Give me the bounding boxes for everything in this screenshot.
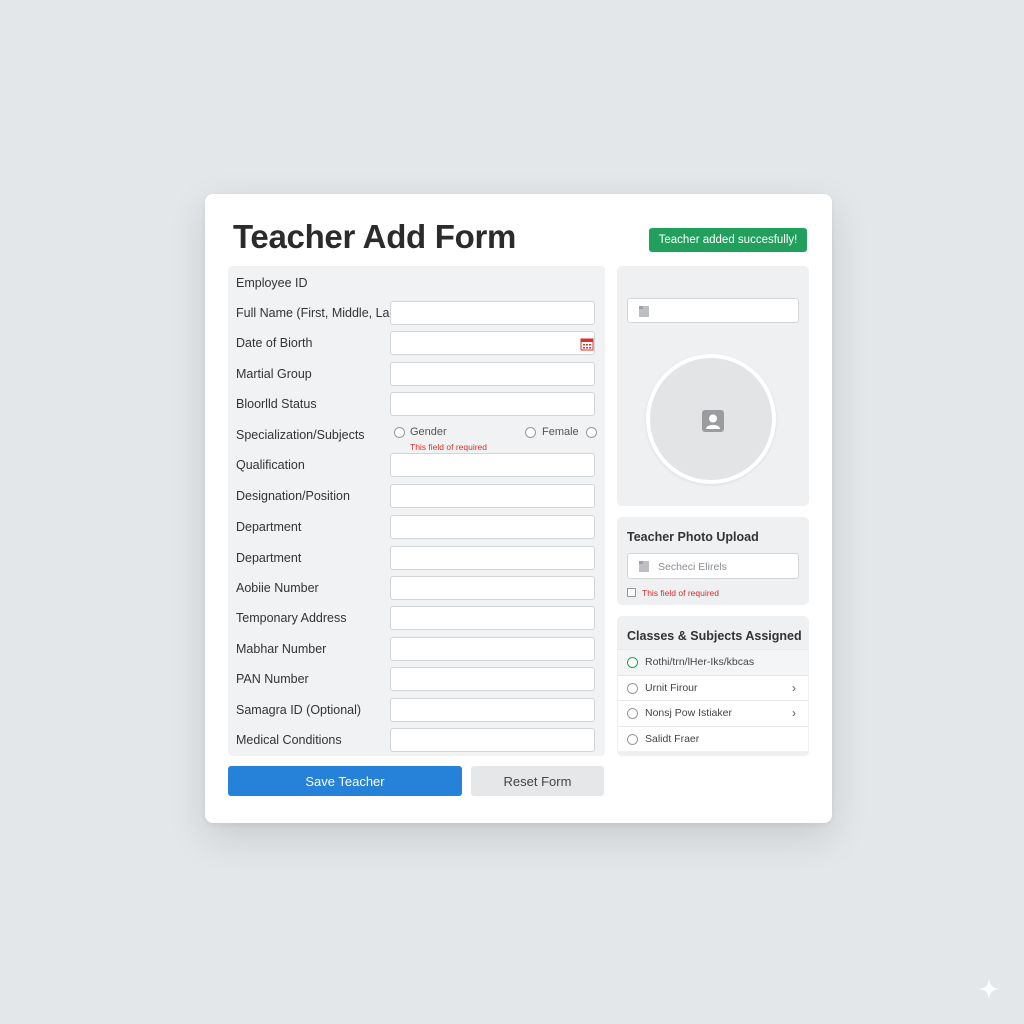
form-row-full-name: Full Name (First, Middle, Last) (228, 299, 605, 329)
file-icon (639, 561, 649, 572)
teacher-form-card: Teacher Add Form Teacher added succesful… (205, 194, 832, 823)
field-label: Aobiie Number (236, 581, 319, 595)
form-row-designation: Designation/Position (228, 482, 605, 512)
class-item-label: Urnit Firour (645, 681, 698, 694)
calendar-icon[interactable] (580, 337, 594, 351)
success-toast: Teacher added succesfully! (649, 228, 807, 252)
class-radio[interactable] (627, 708, 638, 719)
class-list-item[interactable]: Salidt Fraer (618, 725, 808, 751)
photo-file-input[interactable]: Secheci Elirels (627, 553, 799, 579)
dob-input[interactable] (390, 331, 595, 355)
gender-radio[interactable] (394, 427, 405, 438)
field-label: Medical Conditions (236, 733, 342, 747)
photo-upload-title: Teacher Photo Upload (627, 530, 759, 544)
field-label: Department (236, 520, 302, 534)
form-row-samagra-id: Samagra ID (Optional) (228, 696, 605, 726)
file-icon (639, 306, 649, 317)
pan-number-input[interactable] (390, 667, 595, 691)
chevron-right-icon[interactable]: › (792, 706, 796, 720)
field-label: Bloorlld Status (236, 397, 317, 411)
avatar-icon (702, 410, 724, 432)
field-label: Martial Group (236, 367, 312, 381)
temporary-address-input[interactable] (390, 606, 595, 630)
field-label: Employee ID (236, 276, 308, 290)
form-row-aadhar-number: Mabhar Number (228, 635, 605, 665)
form-row-medical-conditions: Medical Conditions (228, 726, 605, 756)
class-list-item[interactable]: Rothi/trn/lHer-Iks/kbcas (618, 649, 808, 675)
class-radio[interactable] (627, 657, 638, 668)
department-input-2[interactable] (390, 546, 595, 570)
form-panel: Employee ID Full Name (First, Middle, La… (228, 266, 605, 756)
aadhar-number-input[interactable] (390, 637, 595, 661)
department-input[interactable] (390, 515, 595, 539)
photo-file-placeholder: Secheci Elirels (658, 561, 727, 573)
form-row-pan-number: PAN Number (228, 665, 605, 695)
class-radio[interactable] (627, 682, 638, 694)
classes-subjects-title: Classes & Subjects Assigned (627, 629, 802, 643)
form-row-department: Department (228, 513, 605, 543)
field-label: Temponary Address (236, 611, 347, 625)
full-name-input[interactable] (390, 301, 595, 325)
field-label: Samagra ID (Optional) (236, 703, 362, 717)
samagra-id-input[interactable] (390, 698, 595, 722)
class-radio[interactable] (627, 733, 638, 745)
form-row-employee-id: Employee ID (228, 269, 605, 299)
martial-group-input[interactable] (390, 362, 595, 386)
chevron-right-icon[interactable]: › (792, 681, 796, 695)
designation-input[interactable] (390, 484, 595, 508)
field-label: PAN Number (236, 672, 309, 686)
sparkle-icon (978, 978, 1000, 1000)
photo-preview-panel (617, 266, 809, 506)
photo-error-text: This field of required (642, 588, 720, 598)
photo-required-checkbox[interactable] (627, 588, 636, 597)
female-radio[interactable] (525, 427, 536, 438)
medical-conditions-input[interactable] (390, 728, 595, 752)
reset-form-button[interactable]: Reset Form (471, 766, 604, 796)
form-row-martial-group: Martial Group (228, 360, 605, 390)
field-label: Qualification (236, 458, 305, 472)
form-row-blood-status: Bloorlld Status (228, 390, 605, 420)
form-row-temporary-address: Temponary Address (228, 604, 605, 634)
form-row-dob: Date of Biorth (228, 329, 605, 359)
field-label: Department (236, 551, 302, 565)
class-item-label: Rothi/trn/lHer-Iks/kbcas (645, 656, 755, 668)
photo-path-input[interactable] (627, 298, 799, 323)
classes-list: Rothi/trn/lHer-Iks/kbcas Urnit Firour › … (618, 649, 808, 751)
field-label: Designation/Position (236, 489, 350, 503)
photo-upload-panel: Teacher Photo Upload Secheci Elirels Thi… (617, 517, 809, 605)
field-label: Date of Biorth (236, 336, 313, 350)
mobile-number-input[interactable] (390, 576, 595, 600)
page-title: Teacher Add Form (233, 218, 517, 255)
gender-option-label: Gender (410, 426, 447, 438)
class-item-label: Nonsj Pow Istiaker (645, 707, 732, 719)
class-list-item[interactable]: Urnit Firour › (618, 674, 808, 700)
qualification-input[interactable] (390, 453, 595, 477)
form-row-department-2: Department (228, 544, 605, 574)
female-option-label: Female (542, 426, 579, 438)
save-teacher-button[interactable]: Save Teacher (228, 766, 462, 796)
blood-status-input[interactable] (390, 392, 595, 416)
class-list-item[interactable]: Nonsj Pow Istiaker › (618, 700, 808, 726)
extra-radio[interactable] (586, 427, 597, 438)
photo-preview-circle[interactable] (646, 354, 776, 484)
field-label: Mabhar Number (236, 642, 327, 656)
classes-subjects-panel: Classes & Subjects Assigned Rothi/trn/lH… (617, 616, 809, 756)
form-row-qualification: Qualification (228, 451, 605, 481)
field-label: Specialization/Subjects (236, 428, 365, 442)
form-row-mobile-number: Aobiie Number (228, 574, 605, 604)
class-item-label: Salidt Fraer (645, 732, 700, 745)
field-label: Full Name (First, Middle, Last) (236, 306, 404, 320)
